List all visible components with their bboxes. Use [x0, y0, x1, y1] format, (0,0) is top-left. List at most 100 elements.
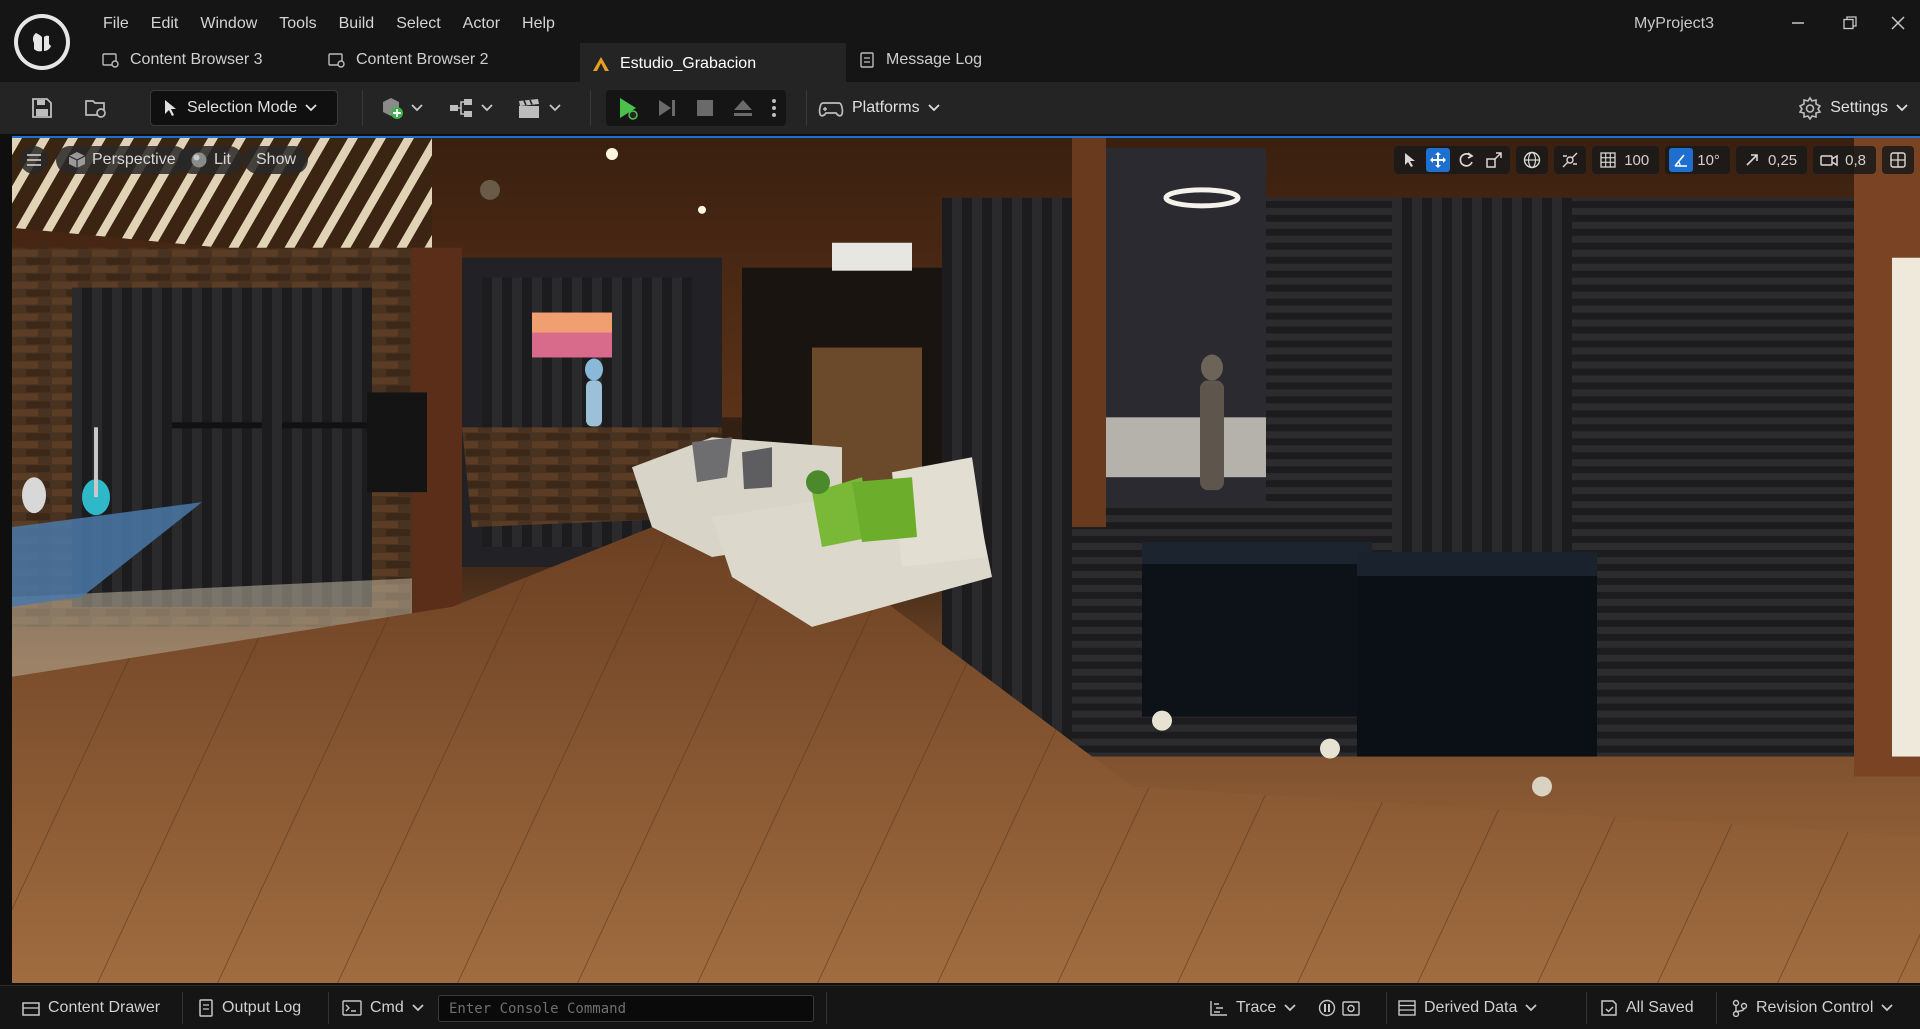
surface-snapping-button[interactable]	[1558, 148, 1582, 172]
content-browser-button[interactable]	[78, 90, 114, 126]
all-saved-button[interactable]: All Saved	[1592, 994, 1702, 1022]
message-log-icon	[858, 51, 876, 69]
unreal-logo-icon[interactable]	[14, 14, 70, 70]
minimize-button[interactable]	[1776, 8, 1820, 38]
grid-snap-toggle[interactable]	[1596, 148, 1620, 172]
chevron-down-icon	[481, 104, 493, 112]
derived-data-icon	[1398, 1000, 1416, 1016]
layout-grid-icon	[1890, 152, 1906, 168]
cursor-icon	[1405, 153, 1416, 167]
menu-bar: File Edit Window Tools Build Select Acto…	[92, 12, 566, 36]
rotation-snap-value[interactable]: 10°	[1697, 152, 1726, 169]
translate-tool-button[interactable]	[1426, 148, 1451, 172]
platforms-dropdown[interactable]: Platforms	[818, 90, 940, 126]
output-log-button[interactable]: Output Log	[190, 994, 309, 1022]
output-log-icon	[199, 999, 213, 1017]
project-name: MyProject3	[1633, 15, 1714, 32]
rotation-snap-group[interactable]: 10°	[1665, 146, 1730, 174]
revision-control-dropdown[interactable]: Revision Control	[1724, 994, 1901, 1022]
document-tabs: Content Browser 3 Content Browser 2 Estu…	[90, 43, 1006, 82]
platforms-label: Platforms	[852, 99, 920, 116]
menu-edit[interactable]: Edit	[140, 12, 190, 36]
rotate-icon	[1459, 152, 1474, 167]
status-divider	[1386, 992, 1387, 1024]
add-actor-button[interactable]	[376, 90, 426, 126]
menu-help[interactable]: Help	[511, 12, 566, 36]
more-vertical-icon	[772, 99, 777, 117]
camera-icon	[1820, 154, 1838, 167]
globe-icon	[1524, 151, 1541, 169]
tab-label: Estudio_Grabacion	[620, 54, 757, 72]
save-button[interactable]	[24, 90, 60, 126]
play-controls	[606, 90, 786, 126]
selection-mode-label: Selection Mode	[187, 99, 298, 116]
play-icon	[619, 98, 638, 120]
view-mode-button[interactable]: Lit	[178, 146, 243, 174]
viewport-options-button[interactable]	[20, 146, 48, 174]
cmd-label: Cmd	[370, 999, 404, 1016]
scale-snap-group[interactable]: 0,25	[1735, 146, 1808, 174]
world-space-button[interactable]	[1520, 148, 1544, 172]
screenshot-icon[interactable]	[1342, 999, 1360, 1017]
play-options-button[interactable]	[770, 96, 778, 120]
grid-icon	[1600, 152, 1616, 168]
scale-snap-toggle[interactable]	[1740, 148, 1764, 172]
scale-tool-button[interactable]	[1482, 148, 1506, 172]
viewport-layout-button[interactable]	[1886, 148, 1910, 172]
hamburger-menu-icon	[27, 154, 41, 166]
trace-dropdown[interactable]: Trace	[1202, 994, 1304, 1022]
selection-mode-dropdown[interactable]: Selection Mode	[150, 90, 338, 126]
menu-actor[interactable]: Actor	[452, 12, 511, 36]
status-divider	[826, 992, 827, 1024]
console-command-input[interactable]	[438, 995, 814, 1022]
cinematics-button[interactable]	[514, 90, 564, 126]
rotation-snap-toggle[interactable]	[1669, 148, 1694, 172]
menu-select[interactable]: Select	[385, 12, 451, 36]
show-button[interactable]: Show	[244, 146, 309, 174]
cursor-icon	[165, 100, 176, 116]
record-trace-icon[interactable]	[1318, 999, 1336, 1017]
menu-tools[interactable]: Tools	[268, 12, 327, 36]
select-tool-button[interactable]	[1398, 148, 1422, 172]
chevron-down-icon	[549, 104, 561, 112]
settings-dropdown[interactable]: Settings	[1798, 90, 1908, 126]
menu-file[interactable]: File	[92, 12, 140, 36]
menu-build[interactable]: Build	[328, 12, 386, 36]
derived-data-label: Derived Data	[1424, 999, 1518, 1016]
eject-button[interactable]	[731, 96, 755, 120]
tab-label: Content Browser 2	[356, 51, 489, 68]
blueprints-button[interactable]	[446, 90, 496, 126]
restore-button[interactable]	[1828, 8, 1872, 38]
menu-window[interactable]: Window	[189, 12, 268, 36]
status-bar: Content Drawer Output Log Cmd Trace Deri…	[0, 985, 1920, 1029]
tab-message-log[interactable]: Message Log	[846, 43, 1006, 77]
tab-content-browser-3[interactable]: Content Browser 3	[90, 43, 316, 77]
step-button[interactable]	[655, 96, 679, 120]
content-browser-icon	[102, 51, 120, 69]
camera-speed-group[interactable]: 0,8	[1813, 146, 1876, 174]
content-drawer-label: Content Drawer	[48, 999, 161, 1016]
level-viewport[interactable]: Perspective Lit Show 100 10° 0,25 0,8	[12, 136, 1920, 983]
status-divider	[1716, 992, 1717, 1024]
content-drawer-button[interactable]: Content Drawer	[14, 994, 168, 1022]
scale-snap-value[interactable]: 0,25	[1768, 152, 1803, 169]
stop-button[interactable]	[694, 97, 716, 119]
scene-render[interactable]	[12, 138, 1920, 983]
lit-sphere-icon	[191, 152, 207, 168]
cmd-dropdown[interactable]: Cmd	[334, 994, 432, 1022]
camera-speed-value[interactable]: 0,8	[1845, 152, 1872, 169]
play-button[interactable]	[614, 95, 640, 121]
close-button[interactable]	[1876, 8, 1920, 38]
viewport-transform-toolbar: 100 10° 0,25 0,8	[1394, 146, 1914, 174]
tab-label: Content Browser 3	[130, 51, 263, 68]
restore-icon	[1843, 16, 1857, 30]
grid-snap-value[interactable]: 100	[1624, 152, 1655, 169]
rotate-tool-button[interactable]	[1454, 148, 1478, 172]
perspective-button[interactable]: Perspective	[56, 146, 188, 174]
tab-estudio-grabacion[interactable]: Estudio_Grabacion	[580, 43, 846, 82]
transform-mode-group	[1394, 146, 1511, 174]
camera-speed-button[interactable]	[1817, 148, 1841, 172]
tab-content-browser-2[interactable]: Content Browser 2	[316, 43, 580, 77]
grid-snap-group[interactable]: 100	[1592, 146, 1660, 174]
derived-data-dropdown[interactable]: Derived Data	[1390, 994, 1545, 1022]
